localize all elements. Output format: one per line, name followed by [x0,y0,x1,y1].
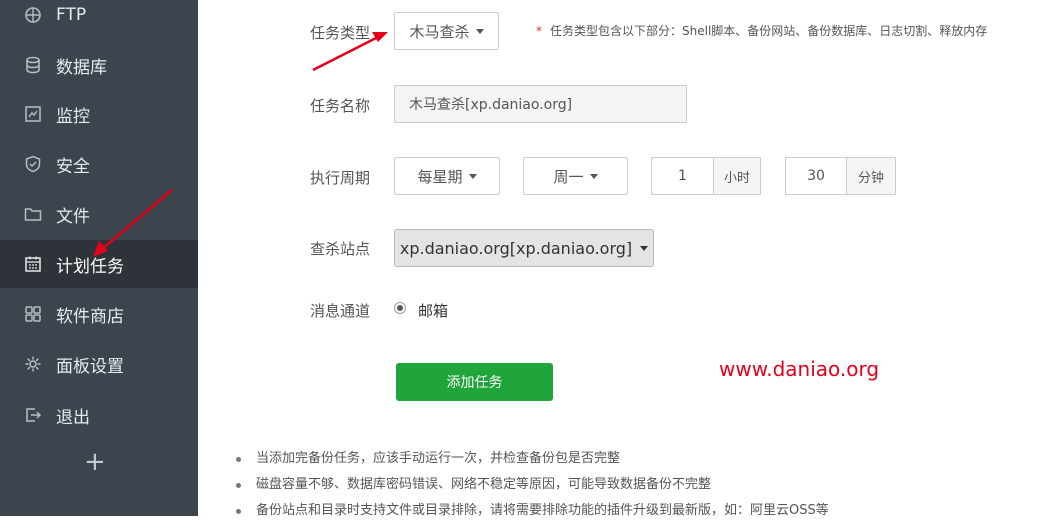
grid-icon [25,306,41,322]
add-task-button[interactable]: 添加任务 [396,363,553,401]
chevron-down-icon [640,245,649,251]
add-icon[interactable]: + [84,447,106,477]
sidebar-item-ftp[interactable]: FTP [0,0,198,39]
sidebar-item-monitor[interactable]: 监控 [0,90,198,138]
logout-icon [26,408,42,422]
calendar-icon [25,256,41,272]
sidebar: FTP 数据库 监控 安全 文件 计划任务 软件商店 面板设置 退出 + [0,0,198,516]
database-icon [26,56,40,74]
task-name-label: 任务名称 [310,97,371,115]
sidebar-item-label: 计划任务 [56,256,124,277]
channel-value: 邮箱 [418,302,449,320]
task-type-value: 木马查杀 [409,22,470,41]
list-item: 备份站点和目录时支持文件或目录排除，请将需要排除功能的插件升级到最新版，如：阿里… [236,502,829,528]
task-name-input[interactable]: 木马查杀[xp.daniao.org] [394,85,687,123]
site-select[interactable]: xp.daniao.org[xp.daniao.org] [394,229,654,267]
email-radio[interactable] [394,302,406,314]
sidebar-item-settings[interactable]: 面板设置 [0,340,198,388]
sidebar-item-cron[interactable]: 计划任务 [0,240,198,288]
sidebar-item-label: 安全 [56,156,90,177]
sidebar-item-label: FTP [56,5,87,25]
sidebar-item-logout[interactable]: 退出 [0,391,198,439]
gear-icon [25,356,41,372]
weekday-select[interactable]: 周一 [523,157,628,195]
chevron-down-icon [475,28,484,34]
period-select[interactable]: 每星期 [394,157,500,195]
task-type-label: 任务类型 [310,24,371,42]
site-value: xp.daniao.org[xp.daniao.org] [399,238,633,258]
cron-form: 任务类型 木马查杀 * 任务类型包含以下部分：Shell脚本、备份网站、备份数据库… [198,0,1041,518]
sidebar-item-security[interactable]: 安全 [0,140,198,188]
monitor-icon [25,106,41,122]
minute-unit: 分钟 [847,157,896,195]
sidebar-item-label: 文件 [56,206,90,227]
ftp-icon [25,7,41,23]
period-value: 每星期 [417,167,463,186]
task-type-select[interactable]: 木马查杀 [394,12,499,50]
chevron-down-icon [589,173,598,179]
sidebar-item-label: 数据库 [56,57,107,78]
hour-unit: 小时 [714,157,761,195]
list-item: 当添加完备份任务，应该手动运行一次，并检查备份包是否完整 [236,450,829,476]
channel-label: 消息通道 [310,302,371,320]
list-item: 磁盘容量不够、数据库密码错误、网络不稳定等原因，可能导致数据备份不完整 [236,476,829,502]
chevron-down-icon [468,173,477,179]
sidebar-item-files[interactable]: 文件 [0,190,198,238]
sidebar-item-store[interactable]: 软件商店 [0,290,198,338]
period-label: 执行周期 [310,169,371,187]
weekday-value: 周一 [553,167,584,186]
minute-input[interactable]: 30 [785,157,847,195]
tips-list: 当添加完备份任务，应该手动运行一次，并检查备份包是否完整 磁盘容量不够、数据库密… [236,450,829,528]
sidebar-item-label: 软件商店 [56,306,124,327]
sidebar-item-label: 面板设置 [56,356,124,377]
hour-input[interactable]: 1 [651,157,714,195]
site-label: 查杀站点 [310,240,371,258]
task-type-hint: * 任务类型包含以下部分：Shell脚本、备份网站、备份数据库、日志切割、释放内存 [536,24,988,38]
sidebar-item-label: 监控 [56,106,90,127]
shield-icon [25,155,41,173]
sidebar-item-database[interactable]: 数据库 [0,41,198,89]
watermark: www.daniao.org [719,357,880,381]
folder-icon [24,208,42,221]
sidebar-item-label: 退出 [56,407,90,428]
